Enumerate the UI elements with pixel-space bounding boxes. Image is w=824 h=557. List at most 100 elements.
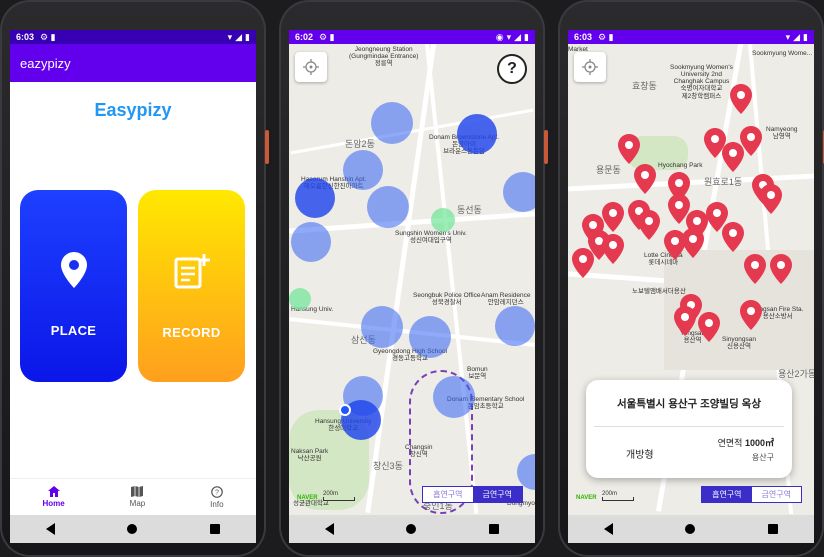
- nav-info[interactable]: ? Info: [210, 485, 224, 509]
- zone-circle[interactable]: [367, 186, 409, 228]
- place-label: PLACE: [50, 323, 97, 338]
- marker-pin-icon[interactable]: [744, 254, 766, 284]
- no-smoking-zone-tab[interactable]: 금연구역: [751, 487, 801, 502]
- recent-apps-icon[interactable]: [209, 524, 220, 534]
- map-label-seonggyun: 성균관대학교: [293, 500, 329, 507]
- zone-circle[interactable]: [409, 316, 451, 358]
- svg-text:?: ?: [215, 489, 219, 496]
- recent-apps-icon[interactable]: [488, 524, 499, 534]
- map-screen-smoking: Market Sookmyung Women's University 2nd …: [568, 30, 814, 515]
- map-label-changsin: Changsin 창신역: [405, 444, 433, 459]
- place-district: 용산구: [751, 453, 774, 462]
- app-bar-title: eazypizy: [20, 55, 71, 71]
- naver-logo: NAVER: [576, 495, 597, 501]
- home-circle-icon[interactable]: [127, 524, 138, 534]
- marker-pin-icon[interactable]: [572, 248, 594, 278]
- help-circle-icon: ?: [211, 485, 223, 500]
- zone-toggle: 흡연구역 금연구역: [422, 486, 523, 503]
- note-add-icon: [173, 252, 211, 295]
- sd-card-icon: ▮: [608, 31, 614, 42]
- map-label-anam: Anam Residence 안암레지던스: [481, 292, 531, 307]
- zone-circle[interactable]: [503, 172, 535, 212]
- place-card[interactable]: PLACE: [20, 190, 127, 382]
- location-pin-icon: [60, 252, 87, 293]
- home-circle-icon[interactable]: [685, 524, 696, 534]
- nav-home-label: Home: [42, 499, 65, 508]
- marker-pin-icon[interactable]: [722, 222, 744, 252]
- smoking-zone-tab[interactable]: 흡연구역: [423, 487, 473, 502]
- zone-circle[interactable]: [517, 454, 535, 490]
- marker-pin-icon[interactable]: [634, 164, 656, 194]
- signal-icon: ◢: [793, 31, 801, 42]
- zone-circle-green[interactable]: [289, 288, 311, 310]
- help-button[interactable]: ?: [497, 54, 527, 84]
- phone-map-nosmoking: Jeongneung Station (Gungmindae Entrance)…: [279, 0, 548, 557]
- place-info-card[interactable]: 서울특별시 용산구 조양빌딩 옥상 개방형 연면적 1000㎡ 용산구: [586, 380, 792, 478]
- system-nav: [289, 515, 535, 543]
- map-scale: 200m: [323, 491, 355, 501]
- smoking-zone-tab[interactable]: 흡연구역: [702, 487, 752, 502]
- zone-circle-green[interactable]: [431, 208, 455, 232]
- status-bar: 6:03 ⚙ ▮ ▾ ◢ ▮: [568, 30, 814, 44]
- status-time: 6:03: [16, 32, 35, 42]
- card-divider: [594, 426, 784, 427]
- record-label: RECORD: [162, 325, 221, 340]
- marker-pin-icon[interactable]: [698, 312, 720, 342]
- home-circle-icon[interactable]: [406, 524, 417, 534]
- marker-pin-icon[interactable]: [638, 210, 660, 240]
- record-card[interactable]: RECORD: [138, 190, 245, 382]
- marker-pin-icon[interactable]: [760, 184, 782, 214]
- settings-icon: ⚙: [40, 31, 49, 42]
- recent-apps-icon[interactable]: [767, 524, 778, 534]
- system-nav: [10, 515, 256, 543]
- zone-circle[interactable]: [361, 306, 403, 348]
- map-icon: [131, 486, 144, 499]
- marker-pin-icon[interactable]: [730, 84, 752, 114]
- zone-circle[interactable]: [343, 150, 383, 190]
- map-label-yongsan2ga: 용산2가동: [778, 369, 814, 379]
- map-view[interactable]: Jeongneung Station (Gungmindae Entrance)…: [289, 30, 535, 515]
- marker-pin-icon[interactable]: [722, 142, 744, 172]
- no-smoking-zone-tab[interactable]: 금연구역: [472, 487, 522, 502]
- status-time: 6:03: [574, 32, 593, 42]
- marker-pin-icon[interactable]: [618, 134, 640, 164]
- place-address: 서울특별시 용산구 조양빌딩 옥상: [617, 398, 761, 410]
- wifi-icon: ▾: [785, 31, 791, 42]
- naver-logo: NAVER: [297, 495, 318, 501]
- signal-icon: ◢: [235, 31, 243, 42]
- locate-button[interactable]: [295, 52, 327, 82]
- back-icon[interactable]: [325, 523, 335, 535]
- locate-button[interactable]: [574, 52, 606, 82]
- marker-pin-icon[interactable]: [770, 254, 792, 284]
- nav-map[interactable]: Map: [130, 486, 145, 508]
- back-icon[interactable]: [46, 523, 56, 535]
- zone-circle[interactable]: [291, 222, 331, 262]
- phone-map-smoking: Market Sookmyung Women's University 2nd …: [558, 0, 824, 557]
- marker-pin-icon[interactable]: [740, 300, 762, 330]
- marker-pin-icon[interactable]: [602, 234, 624, 264]
- nav-home[interactable]: Home: [42, 486, 65, 508]
- marker-pin-icon[interactable]: [682, 228, 704, 258]
- map-label-noble: 노보텔앰배서더용산: [632, 288, 686, 295]
- zone-circle[interactable]: [495, 306, 535, 346]
- nav-info-label: Info: [210, 499, 224, 509]
- marker-pin-icon[interactable]: [674, 306, 696, 336]
- zone-circle[interactable]: [371, 102, 413, 144]
- bottom-nav: Home Map ? Info: [10, 478, 256, 515]
- home-icon: [47, 486, 60, 499]
- map-label-changsin3: 창신3동: [373, 461, 403, 471]
- home-screen: 6:03 ⚙ ▮ ▾ ◢ ▮ eazypizy Easypizy PLACE REC…: [10, 30, 256, 515]
- power-button: [544, 130, 548, 164]
- phone-home: 6:03 ⚙ ▮ ▾ ◢ ▮ eazypizy Easypizy PLACE REC…: [0, 0, 269, 557]
- map-screen-nosmoking: Jeongneung Station (Gungmindae Entrance)…: [289, 30, 535, 515]
- zone-circle[interactable]: [295, 178, 335, 218]
- marker-pin-icon[interactable]: [602, 202, 624, 232]
- map-label-bomun: Bomun 보문역: [467, 366, 488, 381]
- settings-icon: ⚙: [598, 31, 607, 42]
- battery-icon: ▮: [245, 31, 250, 42]
- zone-circle[interactable]: [433, 376, 475, 418]
- wifi-icon: ▾: [227, 31, 233, 42]
- back-icon[interactable]: [604, 523, 614, 535]
- zone-circle[interactable]: [457, 114, 497, 154]
- map-label-sinyongsan: Sinyongsan 신용산역: [722, 336, 756, 351]
